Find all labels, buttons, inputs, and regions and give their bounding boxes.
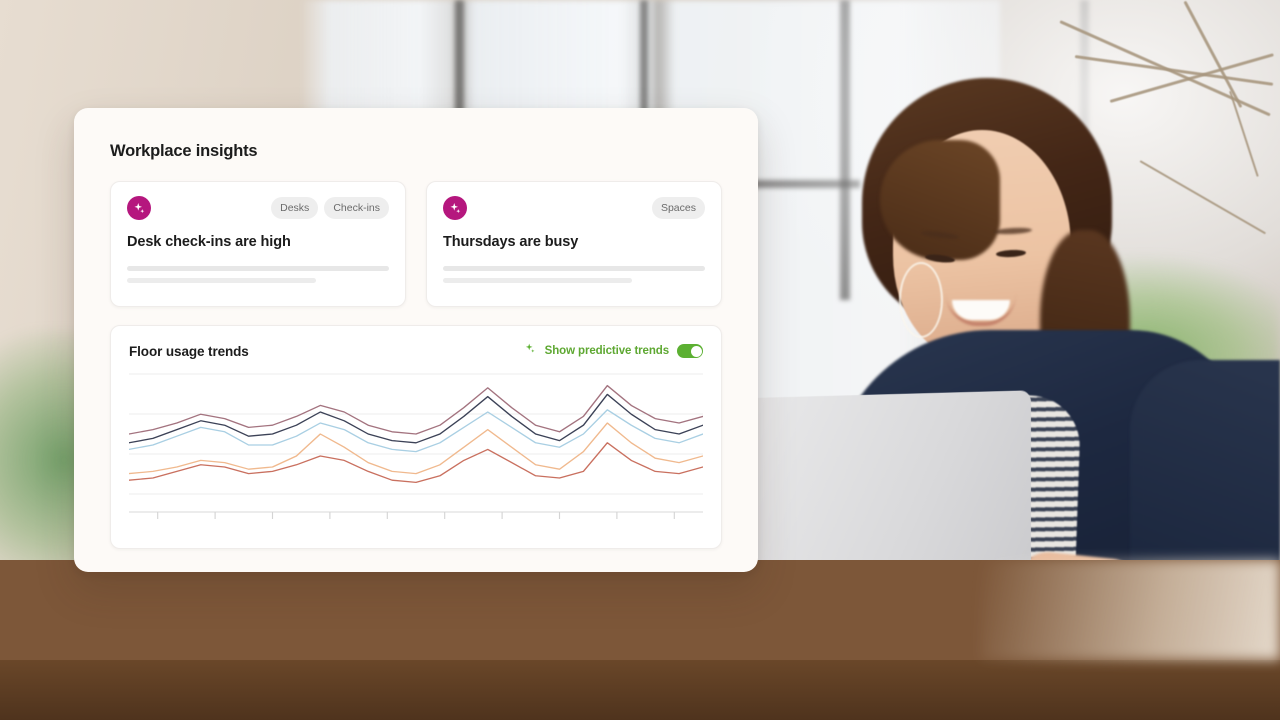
skeleton-line [443,278,632,283]
insight-card-headline: Desk check-ins are high [127,234,291,250]
insight-card-headline: Thursdays are busy [443,234,579,250]
chart-series [129,442,703,484]
chart-x-axis [129,511,703,519]
chart-series-lines [129,384,703,484]
insight-card-row: Desks Check-ins Desk check-ins are high [110,181,722,307]
skeleton-line [443,266,705,271]
chart-header: Floor usage trends Show predictive trend… [129,342,703,360]
floor-usage-trends-card: Floor usage trends Show predictive trend… [110,325,722,549]
chart-series [129,393,703,444]
pill-check-ins[interactable]: Check-ins [324,196,389,220]
insight-card-pills: Desks Check-ins [271,196,389,220]
insight-card[interactable]: Spaces Thursdays are busy [426,181,722,307]
insight-card-pills: Spaces [651,196,705,220]
toggle-knob [690,345,702,357]
floor-usage-chart [129,366,703,536]
chart-series [129,384,703,435]
predictive-trends-label: Show predictive trends [544,345,669,357]
screenshot-scene: Workplace insights Desks Check-ins Desk … [0,0,1280,720]
predictive-trends-toggle[interactable] [677,344,703,358]
desk-front-edge [0,660,1280,720]
chart-title: Floor usage trends [129,343,249,359]
ai-sparkle-icon [443,196,467,220]
skeleton-line [127,278,316,283]
workplace-insights-panel: Workplace insights Desks Check-ins Desk … [74,108,758,572]
page-title: Workplace insights [110,142,258,160]
chart-svg [129,373,703,519]
skeleton-line [127,266,389,271]
pill-spaces[interactable]: Spaces [651,196,705,220]
person-earring [899,262,943,338]
person-hair-fringe [880,140,1000,260]
insight-card-header: Desks Check-ins [127,196,389,220]
sparkle-icon [524,342,537,360]
ai-sparkle-icon [127,196,151,220]
desk-light-sheen [980,560,1280,660]
pill-desks[interactable]: Desks [271,196,319,220]
predictive-trends-control[interactable]: Show predictive trends [524,342,703,360]
insight-card[interactable]: Desks Check-ins Desk check-ins are high [110,181,406,307]
insight-card-header: Spaces [443,196,705,220]
